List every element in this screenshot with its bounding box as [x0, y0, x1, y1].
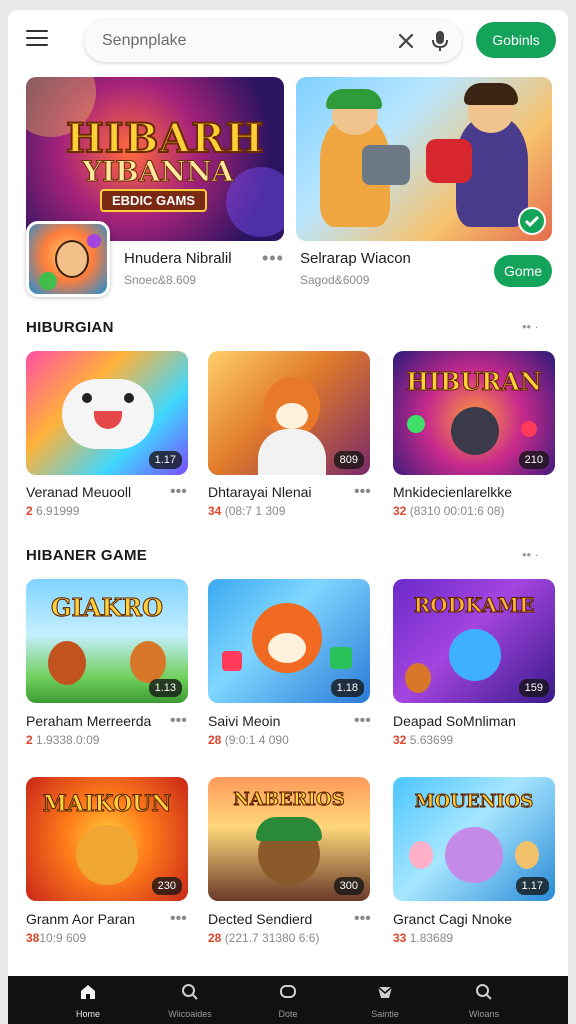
- game-tile-art[interactable]: 809: [208, 351, 370, 475]
- section-title-1: HIBURGIAN: [26, 319, 114, 336]
- game-title[interactable]: Granm Aor Paran: [26, 911, 135, 927]
- tile-badge: 159: [518, 679, 549, 697]
- game-tile-art[interactable]: 1.17: [26, 351, 188, 475]
- game-tile-art[interactable]: NABERIOS 300: [208, 777, 370, 901]
- game-tile-art[interactable]: RODKAME 159: [393, 579, 555, 703]
- nav-label: Dote: [278, 1009, 298, 1019]
- game-title[interactable]: Veranad Meuooll: [26, 484, 131, 500]
- tile-art-title: HIBURAN: [406, 367, 543, 397]
- game-tile-art[interactable]: GIAKRO 1.13: [26, 579, 188, 703]
- chat-icon: [280, 985, 296, 998]
- more-options-icon[interactable]: •••: [170, 910, 187, 928]
- tile-badge: 210: [518, 451, 549, 469]
- section-more-2[interactable]: •• ∙: [522, 547, 538, 562]
- game-tile-art[interactable]: MOUENIOS 1.17: [393, 777, 555, 901]
- search-icon: [182, 984, 198, 1000]
- game-title[interactable]: Deapad SoMnliman: [393, 713, 516, 729]
- featured-subtitle-1: Snoec&8.609: [124, 273, 197, 287]
- featured-get-button[interactable]: Gome: [494, 255, 552, 287]
- featured-art-subtitle: YIBANNA: [81, 155, 234, 189]
- tile-badge: 230: [151, 877, 182, 895]
- featured-title-2[interactable]: Selrarap Wiacon: [300, 250, 411, 267]
- top-bar: Senpnplake Gobinls: [8, 10, 568, 74]
- home-icon: [81, 985, 95, 999]
- nav-item-home[interactable]: Home: [53, 982, 123, 1019]
- tile-badge: 300: [333, 877, 364, 895]
- game-meta: 28 (9:0:1 4 090: [208, 733, 289, 747]
- featured-banner-2[interactable]: [296, 77, 552, 241]
- tile-art-title: GIAKRO: [50, 593, 164, 623]
- game-title[interactable]: Peraham Merreerda: [26, 713, 151, 729]
- more-options-icon[interactable]: •••: [354, 910, 371, 928]
- nav-label: Wiicoaides: [168, 1009, 212, 1019]
- nav-label: Wioans: [468, 1009, 499, 1019]
- nav-label: Saintie: [371, 1009, 399, 1019]
- search-icon: [476, 984, 492, 1000]
- more-options-icon[interactable]: •••: [354, 483, 371, 501]
- game-meta: 2 1.9338.0:09: [26, 733, 100, 747]
- nav-item-wioans[interactable]: Wioans: [449, 982, 519, 1019]
- nav-item-dote[interactable]: Dote: [253, 982, 323, 1019]
- close-icon[interactable]: [396, 31, 416, 51]
- game-meta: 32 (8310 00:01:6 08): [393, 504, 505, 518]
- mic-icon[interactable]: [430, 30, 450, 52]
- featured-app-icon[interactable]: [26, 221, 110, 297]
- tile-art-title: MAIKOUN: [42, 791, 172, 818]
- featured-banner-1[interactable]: HIBARH YIBANNA EBDIC GAMS: [26, 77, 284, 241]
- tile-badge: 809: [333, 451, 364, 469]
- tile-art-title: NABERIOS: [233, 789, 345, 811]
- game-title[interactable]: Dected Sendierd: [208, 911, 312, 927]
- more-options-icon[interactable]: •••: [170, 712, 187, 730]
- game-tile-art[interactable]: MAIKOUN 230: [26, 777, 188, 901]
- tile-art-title: MOUENIOS: [414, 791, 534, 813]
- featured-art-tagline: EBDIC GAMS: [100, 189, 208, 212]
- more-options-icon[interactable]: •••: [262, 248, 284, 269]
- menu-icon[interactable]: [26, 30, 48, 48]
- more-options-icon[interactable]: •••: [354, 712, 371, 730]
- search-bar[interactable]: Senpnplake: [84, 20, 462, 62]
- game-meta: 3810:9 609: [26, 931, 87, 945]
- game-tile-art[interactable]: HIBURAN 210: [393, 351, 555, 475]
- tile-badge: 1.17: [515, 877, 549, 895]
- game-title[interactable]: Saivi Meoin: [208, 713, 280, 729]
- tile-badge: 1.13: [148, 679, 182, 697]
- section-title-2: HIBANER GAME: [26, 547, 148, 564]
- header-action-button[interactable]: Gobinls: [476, 22, 556, 58]
- verified-icon: [518, 207, 546, 235]
- section-more-1[interactable]: •• ∙: [522, 319, 538, 334]
- nav-label: Home: [75, 1009, 100, 1019]
- game-title[interactable]: Mnkidecienlarelkke: [393, 484, 512, 500]
- game-tile-art[interactable]: 1.18: [208, 579, 370, 703]
- game-meta: 28 (221.7 31380 6:6): [208, 931, 320, 945]
- game-meta: 33 1.83689: [393, 931, 454, 945]
- nav-item-wiicoaides[interactable]: Wiicoaides: [155, 982, 225, 1019]
- tile-art-title: RODKAME: [413, 593, 535, 618]
- game-title[interactable]: Dhtarayai Nlenai: [208, 484, 312, 500]
- featured-subtitle-2: Sagod&6009: [300, 273, 370, 287]
- nav-item-saintie[interactable]: Saintie: [350, 982, 420, 1019]
- tile-badge: 1.18: [330, 679, 364, 697]
- more-options-icon[interactable]: •••: [170, 483, 187, 501]
- search-input[interactable]: Senpnplake: [102, 32, 187, 50]
- envelope-icon: [377, 986, 393, 998]
- bottom-nav: Home Wiicoaides Dote Saintie Wioans: [8, 976, 568, 1024]
- game-meta: 34 (08:7 1 309: [208, 504, 286, 518]
- game-meta: 2 6.91999: [26, 504, 80, 518]
- tile-badge: 1.17: [148, 451, 182, 469]
- featured-title-1[interactable]: Hnudera Nibralil: [124, 250, 232, 267]
- game-title[interactable]: Granct Cagi Nnoke: [393, 911, 512, 927]
- app-frame: Senpnplake Gobinls HIBARH YIBANNA EBDIC …: [8, 10, 568, 1024]
- game-meta: 32 5.63699: [393, 733, 454, 747]
